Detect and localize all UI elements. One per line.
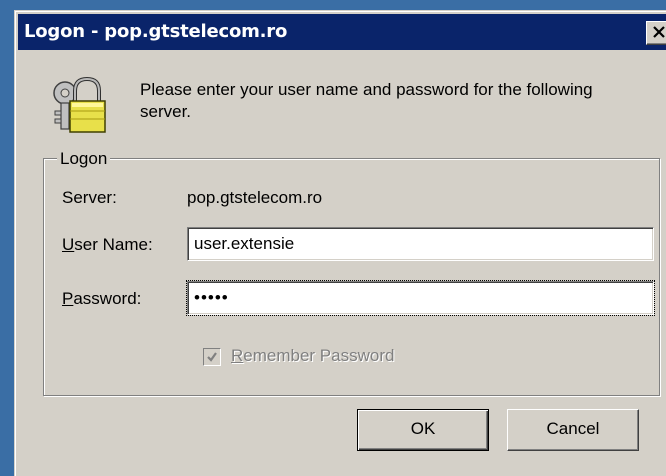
username-label: User Name:: [62, 235, 153, 255]
remember-label-rest: emember Password: [243, 346, 395, 365]
cancel-button[interactable]: Cancel: [507, 409, 639, 451]
username-label-rest: ser Name:: [74, 235, 153, 254]
logon-dialog: Logon - pop.gtstelecom.ro Please enter y…: [14, 10, 666, 476]
groupbox-legend: Logon: [57, 149, 111, 169]
server-label: Server:: [62, 188, 117, 207]
title-bar[interactable]: Logon - pop.gtstelecom.ro: [18, 14, 666, 50]
server-value: pop.gtstelecom.ro: [187, 188, 323, 207]
password-input[interactable]: [186, 280, 655, 316]
remember-password-label: Remember Password: [231, 346, 394, 366]
prompt-text: Please enter your user name and password…: [140, 80, 593, 121]
username-input[interactable]: [187, 227, 654, 261]
ok-button[interactable]: OK: [357, 409, 489, 451]
close-icon: [653, 26, 665, 38]
close-button[interactable]: [646, 21, 666, 45]
password-label: Password:: [62, 289, 141, 309]
remember-accel: R: [231, 346, 244, 365]
checkbox-box[interactable]: [203, 348, 221, 366]
window-title: Logon - pop.gtstelecom.ro: [24, 21, 288, 42]
checkmark-icon: [207, 352, 217, 362]
password-accel: P: [62, 289, 74, 308]
password-label-rest: assword:: [73, 289, 142, 308]
desktop: Logon - pop.gtstelecom.ro Please enter y…: [0, 0, 666, 476]
username-accel: U: [62, 235, 75, 254]
lock-keys-icon: [53, 76, 106, 133]
